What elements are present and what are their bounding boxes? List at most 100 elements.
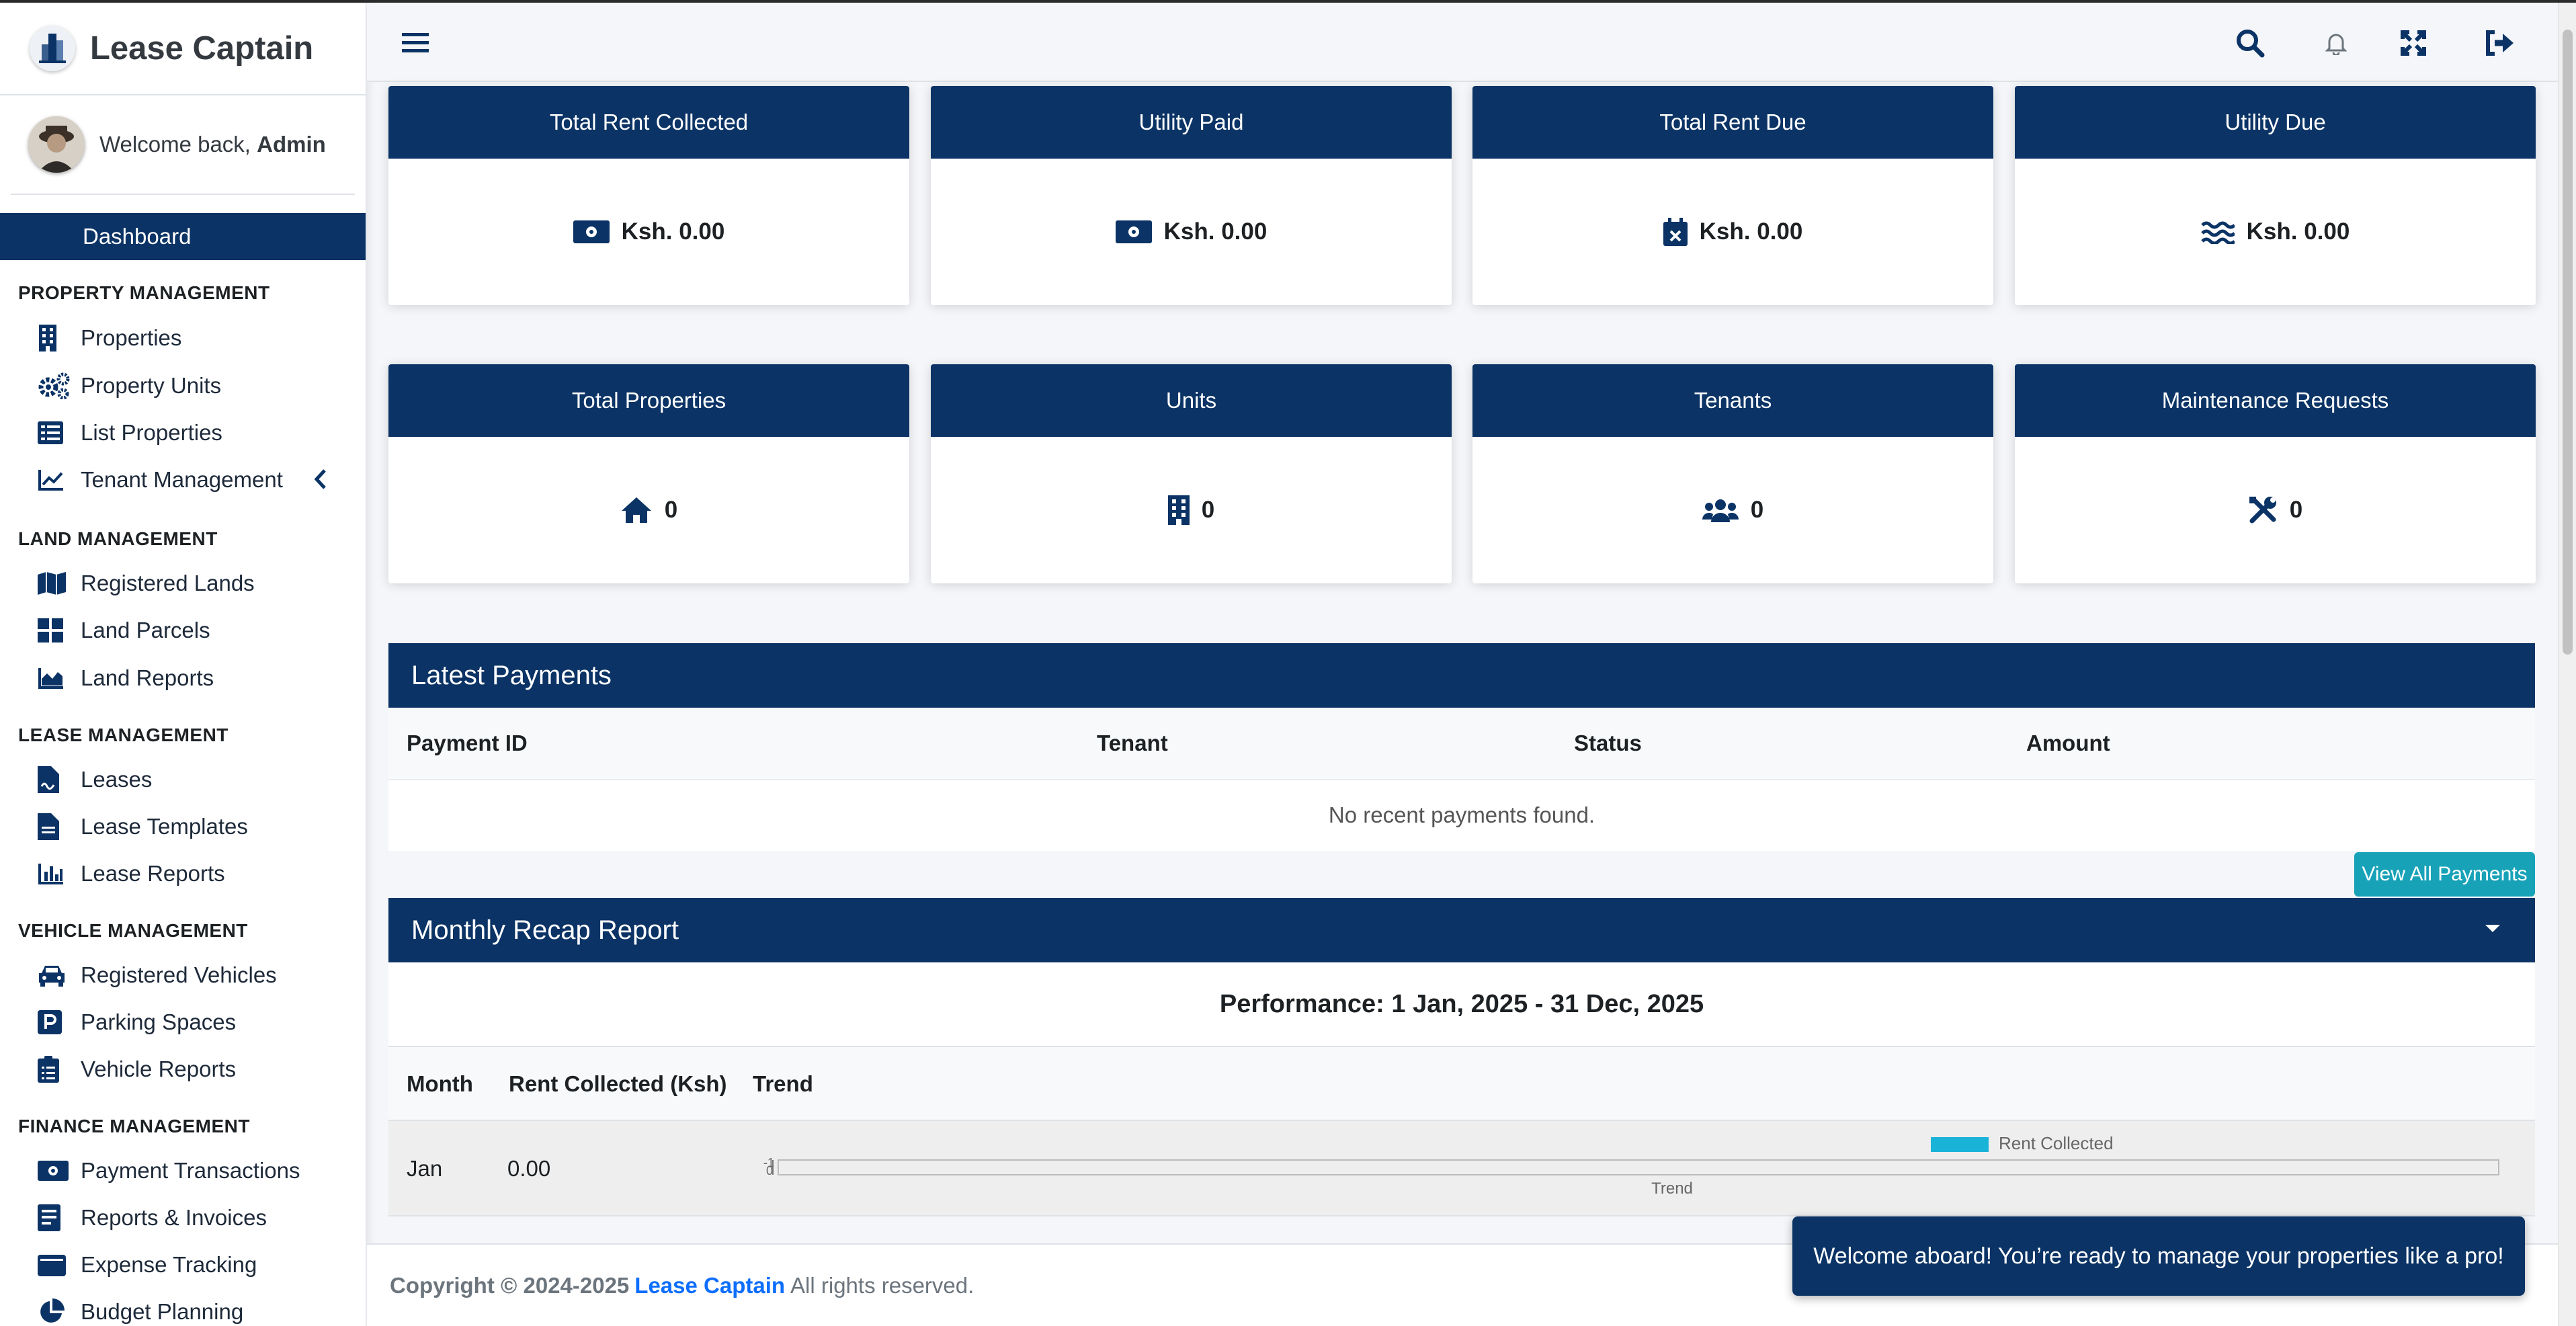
sidebar-item-vehicle-reports[interactable]: Vehicle Reports: [38, 1049, 347, 1089]
sidebar-item-land-reports[interactable]: Land Reports: [38, 658, 347, 698]
card-total-properties: Total Properties 0: [388, 364, 909, 583]
trend-chart: Rent Collected-10Trend: [763, 1133, 2499, 1198]
welcome-text: Welcome back, Admin: [99, 132, 326, 157]
user-name: Admin: [257, 132, 326, 157]
sidebar-item-payment-transactions[interactable]: Payment Transactions: [38, 1151, 347, 1191]
sidebar-item-tenant-management[interactable]: Tenant Management: [38, 460, 347, 500]
card-total-rent-collected: Total Rent Collected Ksh. 0.00: [388, 86, 909, 305]
month-cell: Jan: [407, 1156, 443, 1181]
column-header[interactable]: Status: [1574, 731, 1642, 756]
sidebar-item-reports-invoices[interactable]: Reports & Invoices: [38, 1198, 347, 1238]
sidebar-item-label: List Properties: [81, 420, 222, 445]
card-maintenance-requests: Maintenance Requests 0: [2015, 364, 2536, 583]
top-navbar: [367, 3, 2576, 82]
x-axis-label: Trend: [1651, 1179, 1693, 1198]
fullscreen-icon[interactable]: [2392, 22, 2435, 65]
payments-empty-row: No recent payments found.: [388, 780, 2535, 851]
logout-icon[interactable]: [2479, 22, 2522, 65]
brand-name: Lease Captain: [90, 30, 314, 67]
sidebar-item-label: Vehicle Reports: [81, 1056, 237, 1081]
file-icon: [38, 812, 73, 841]
sidebar-item-budget-planning[interactable]: Budget Planning: [38, 1292, 347, 1326]
sidebar-item-registered-vehicles[interactable]: Registered Vehicles: [38, 955, 347, 995]
sidebar-item-lease-reports[interactable]: Lease Reports: [38, 854, 347, 894]
recap-table-header: Month Rent Collected (Ksh) Trend: [388, 1047, 2535, 1121]
bell-icon[interactable]: [2315, 22, 2358, 65]
sidebar-item-label: Parking Spaces: [81, 1009, 237, 1034]
wallet-icon: [38, 1250, 73, 1280]
avatar: [28, 116, 85, 173]
sidebar-item-lease-templates[interactable]: Lease Templates: [38, 806, 347, 847]
sidebar-item-expense-tracking[interactable]: Expense Tracking: [38, 1245, 347, 1285]
sidebar-item-property-units[interactable]: Property Units: [38, 366, 347, 406]
card-value: 0: [664, 497, 678, 523]
view-all-payments-button[interactable]: View All Payments: [2354, 852, 2535, 897]
column-header[interactable]: Trend: [753, 1071, 813, 1097]
scrollbar-thumb[interactable]: [2563, 30, 2573, 655]
chevron-left-icon[interactable]: [313, 468, 328, 496]
sidebar-item-label: Lease Reports: [81, 861, 225, 886]
card-title: Maintenance Requests: [2015, 364, 2536, 437]
sidebar-item-label: Budget Planning: [81, 1299, 244, 1324]
monthly-recap-header[interactable]: Monthly Recap Report: [388, 898, 2535, 962]
sidebar-item-label: Land Reports: [81, 665, 214, 690]
welcome-toast[interactable]: Welcome aboard! You’re ready to manage y…: [1792, 1216, 2525, 1296]
section-finance-management: FINANCE MANAGEMENT: [18, 1116, 250, 1136]
section-property-management: PROPERTY MANAGEMENT: [18, 282, 270, 303]
building-icon: [38, 323, 73, 353]
legend-label: Rent Collected: [1999, 1133, 2114, 1153]
invoice-icon: [38, 1203, 73, 1233]
card-units: Units 0: [931, 364, 1452, 583]
sidebar-item-label: Dashboard: [83, 224, 192, 249]
sidebar-item-label: Lease Templates: [81, 814, 248, 839]
user-panel[interactable]: Welcome back, Admin: [11, 95, 355, 195]
menu-toggle-icon[interactable]: [394, 22, 437, 65]
copyright-text: Copyright © 2024-2025: [390, 1272, 630, 1298]
brand[interactable]: Lease Captain: [0, 3, 366, 95]
sidebar-item-dashboard[interactable]: Dashboard: [0, 213, 366, 260]
sidebar-item-parking-spaces[interactable]: Parking Spaces: [38, 1002, 347, 1042]
sidebar-item-registered-lands[interactable]: Registered Lands: [38, 563, 347, 604]
card-title: Utility Due: [2015, 86, 2536, 159]
money-bill-icon: [573, 220, 610, 243]
panel-title: Latest Payments: [411, 660, 612, 690]
card-value: 0: [1201, 497, 1215, 523]
footer-brand-link[interactable]: Lease Captain: [634, 1273, 785, 1298]
parking-icon: [38, 1007, 73, 1037]
panel-title: Monthly Recap Report: [411, 915, 679, 945]
home-icon: [620, 496, 653, 524]
card-title: Tenants: [1472, 364, 1993, 437]
card-title: Total Rent Collected: [388, 86, 909, 159]
car-icon: [38, 960, 73, 990]
card-title: Units: [931, 364, 1452, 437]
sidebar-item-leases[interactable]: Leases: [38, 759, 347, 800]
users-icon: [1702, 498, 1739, 522]
bar-chart-icon: [38, 859, 73, 888]
sidebar-item-label: Payment Transactions: [81, 1158, 300, 1183]
money-icon: [38, 1156, 73, 1186]
card-value: Ksh. 0.00: [1163, 218, 1268, 245]
sidebar-item-label: Property Units: [81, 373, 222, 398]
card-title: Total Properties: [388, 364, 909, 437]
column-header[interactable]: Payment ID: [407, 731, 528, 756]
sidebar-item-properties[interactable]: Properties: [38, 318, 347, 358]
rights-text: All rights reserved.: [790, 1272, 974, 1298]
column-header[interactable]: Amount: [2026, 731, 2110, 756]
column-header[interactable]: Tenant: [1097, 731, 1168, 756]
search-icon[interactable]: [2229, 22, 2272, 65]
building-icon: [1167, 495, 1190, 525]
caret-down-icon[interactable]: [2485, 925, 2500, 932]
card-title: Utility Paid: [931, 86, 1452, 159]
card-utility-due: Utility Due Ksh. 0.00: [2015, 86, 2536, 305]
sidebar-item-list-properties[interactable]: List Properties: [38, 413, 347, 453]
file-signature-icon: [38, 765, 73, 794]
sidebar-item-label: Leases: [81, 767, 153, 792]
sidebar-item-label: Registered Lands: [81, 571, 255, 595]
card-value: 0: [1750, 497, 1764, 523]
list-icon: [38, 418, 73, 448]
column-header[interactable]: Month: [407, 1071, 473, 1097]
column-header[interactable]: Rent Collected (Ksh): [509, 1071, 727, 1097]
page-scrollbar[interactable]: [2558, 3, 2576, 1326]
sidebar-item-land-parcels[interactable]: Land Parcels: [38, 610, 347, 651]
sidebar: Lease Captain Welcome back, Admin Dashbo…: [0, 3, 366, 1326]
